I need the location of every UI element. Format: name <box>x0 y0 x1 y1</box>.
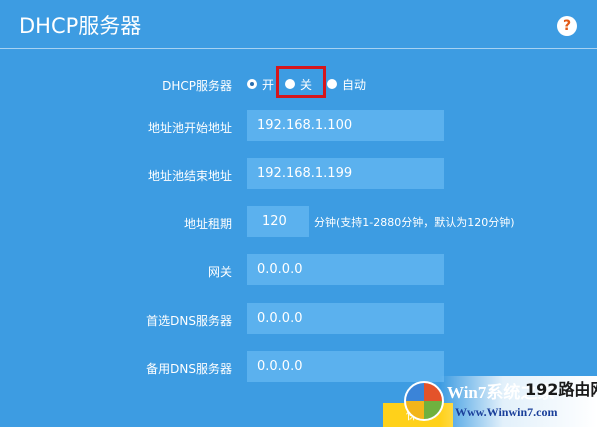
lease-hint: 分钟(支持1-2880分钟，默认为120分钟) <box>314 216 515 229</box>
page-title: DHCP服务器 <box>19 14 142 38</box>
lease-input[interactable]: 120 <box>247 206 309 237</box>
gateway-input[interactable]: 0.0.0.0 <box>247 254 444 285</box>
primary-dns-input[interactable]: 0.0.0.0 <box>247 303 444 334</box>
lease-label: 地址租期 <box>183 217 232 231</box>
primary-dns-label: 首选DNS服务器 <box>146 314 232 328</box>
highlight-box <box>276 66 326 98</box>
help-icon[interactable]: ? <box>557 16 577 36</box>
watermark-url: Www.Winwin7.com <box>455 405 558 419</box>
pool-end-label: 地址池结束地址 <box>147 169 232 183</box>
secondary-dns-label: 备用DNS服务器 <box>146 362 232 376</box>
gateway-label: 网关 <box>207 265 232 279</box>
radio-on-label[interactable]: 开 <box>262 76 274 93</box>
pool-start-label: 地址池开始地址 <box>147 121 232 135</box>
secondary-dns-input[interactable]: 0.0.0.0 <box>247 351 444 382</box>
pool-end-input[interactable]: 192.168.1.199 <box>247 158 444 189</box>
radio-auto-label[interactable]: 自动 <box>342 76 366 93</box>
radio-auto[interactable] <box>327 79 337 89</box>
page-header: DHCP服务器 ? <box>0 0 597 49</box>
radio-on[interactable] <box>247 79 257 89</box>
pool-start-input[interactable]: 192.168.1.100 <box>247 110 444 141</box>
watermark-site: 192路由网 <box>525 380 597 399</box>
windows-logo-icon <box>404 381 444 421</box>
